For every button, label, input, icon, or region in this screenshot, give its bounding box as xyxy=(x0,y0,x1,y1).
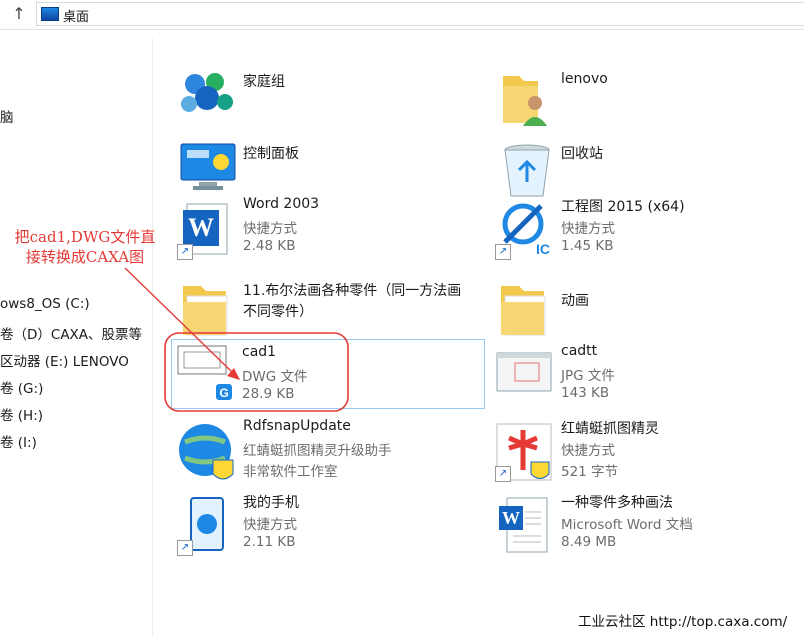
nav-item-drive-g[interactable]: 卷 (G:) xyxy=(0,377,153,397)
item-name: 一种零件多种画法 xyxy=(561,495,673,511)
nav-item-drive-c[interactable]: ows8_OS (C:) xyxy=(0,296,153,312)
item-name: cad1 xyxy=(242,344,277,360)
item-word-2003[interactable]: W ↗ Word 2003 快捷方式 2.48 KB xyxy=(173,196,483,270)
item-name: 工程图 2015 (x64) xyxy=(561,199,685,215)
phone-icon: ↗ xyxy=(177,496,237,558)
folder-icon xyxy=(177,284,237,346)
up-arrow-icon[interactable]: ↑ xyxy=(8,3,30,25)
item-name: 家庭组 xyxy=(243,74,285,90)
address-text: 桌面 xyxy=(63,10,90,25)
item-name: cadtt xyxy=(561,343,598,359)
item-hongqingting[interactable]: ↗ 红蜻蜓抓图精灵 快捷方式 521 字节 xyxy=(491,418,801,492)
address-bar[interactable]: 桌面 xyxy=(36,2,804,26)
watermark-text: 工业云社区 http://top.caxa.com/ xyxy=(578,614,788,630)
item-type: 快捷方式 xyxy=(243,517,297,533)
svg-text:IC: IC xyxy=(536,241,550,257)
item-name: 控制面板 xyxy=(243,146,299,162)
item-type: 快捷方式 xyxy=(561,443,615,459)
user-folder-icon xyxy=(495,70,555,132)
item-cad1[interactable]: G cad1 DWG 文件 28.9 KB xyxy=(171,339,485,409)
globe-shield-icon xyxy=(177,422,237,484)
item-size: 1.45 KB xyxy=(561,238,614,254)
shortcut-arrow-icon: ↗ xyxy=(495,244,511,260)
nav-item-drive-d[interactable]: 卷（D）CAXA、股票等 xyxy=(0,323,153,343)
item-name-continued: 不同零件） xyxy=(243,304,313,320)
caxa-drawing-icon: IC ↗ xyxy=(495,200,555,262)
item-type: 快捷方式 xyxy=(561,221,615,237)
dragonfly-shield-icon: ↗ xyxy=(495,422,555,484)
navigation-pane: 脑 ows8_OS (C:) 卷（D）CAXA、股票等 区动器 (E:) LEN… xyxy=(0,38,153,636)
jpg-thumbnail-icon xyxy=(495,347,555,409)
control-panel-icon xyxy=(177,142,237,204)
item-company: 非常软件工作室 xyxy=(243,464,338,480)
item-size: 28.9 KB xyxy=(242,386,295,402)
homegroup-icon xyxy=(177,70,237,132)
annotation-line-1: 把cad1,DWG文件直 xyxy=(14,228,156,246)
item-type: 快捷方式 xyxy=(243,221,297,237)
item-rdfsnap-update[interactable]: RdfsnapUpdate 红蜻蜓抓图精灵升级助手 非常软件工作室 xyxy=(173,418,483,492)
item-size: 8.49 MB xyxy=(561,534,617,550)
item-name: 11.布尔法画各种零件（同一方法画 xyxy=(243,283,462,299)
item-type: DWG 文件 xyxy=(242,369,308,385)
item-name: 我的手机 xyxy=(243,495,299,511)
shortcut-arrow-icon: ↗ xyxy=(177,244,193,260)
item-yizhong[interactable]: W 一种零件多种画法 Microsoft Word 文档 8.49 MB xyxy=(491,492,801,566)
item-homegroup[interactable]: 家庭组 xyxy=(173,66,483,140)
item-name: 红蜻蜓抓图精灵 xyxy=(561,421,659,437)
shortcut-arrow-icon: ↗ xyxy=(495,466,511,482)
nav-item-computer[interactable]: 脑 xyxy=(0,106,153,126)
svg-text:W: W xyxy=(502,508,520,528)
item-gongchengtu[interactable]: IC ↗ 工程图 2015 (x64) 快捷方式 1.45 KB xyxy=(491,196,801,270)
item-name: 动画 xyxy=(561,293,589,309)
item-type: Microsoft Word 文档 xyxy=(561,517,693,533)
folder-icon xyxy=(495,284,555,346)
item-name: RdfsnapUpdate xyxy=(243,418,351,434)
word-document-icon: W xyxy=(495,496,555,558)
nav-item-drive-i[interactable]: 卷 (I:) xyxy=(0,431,153,451)
item-size: 2.48 KB xyxy=(243,238,296,254)
nav-item-drive-h[interactable]: 卷 (H:) xyxy=(0,404,153,424)
annotation-line-2: 接转换成CAXA图 xyxy=(25,248,145,266)
item-name: Word 2003 xyxy=(243,196,320,212)
item-lenovo[interactable]: lenovo xyxy=(491,66,801,140)
nav-item-drive-e[interactable]: 区动器 (E:) LENOVO xyxy=(0,350,153,370)
item-size: 143 KB xyxy=(561,385,610,401)
item-size: 521 字节 xyxy=(561,464,619,480)
svg-text:W: W xyxy=(188,213,214,242)
item-name: lenovo xyxy=(561,71,608,87)
word-icon: W ↗ xyxy=(177,200,237,262)
item-my-phone[interactable]: ↗ 我的手机 快捷方式 2.11 KB xyxy=(173,492,483,566)
address-bar-container: ↑ 桌面 xyxy=(0,0,804,30)
shortcut-arrow-icon: ↗ xyxy=(177,540,193,556)
desktop-icon xyxy=(41,7,59,21)
dwg-file-icon: G xyxy=(176,344,236,406)
item-type: JPG 文件 xyxy=(561,368,615,384)
item-cadtt[interactable]: cadtt JPG 文件 143 KB xyxy=(491,343,801,417)
item-description: 红蜻蜓抓图精灵升级助手 xyxy=(243,443,392,459)
annotation-note: 把cad1,DWG文件直 接转换成CAXA图 xyxy=(0,227,170,267)
svg-text:G: G xyxy=(219,386,228,400)
item-size: 2.11 KB xyxy=(243,534,296,550)
item-name: 回收站 xyxy=(561,146,603,162)
recycle-bin-icon xyxy=(495,142,555,204)
